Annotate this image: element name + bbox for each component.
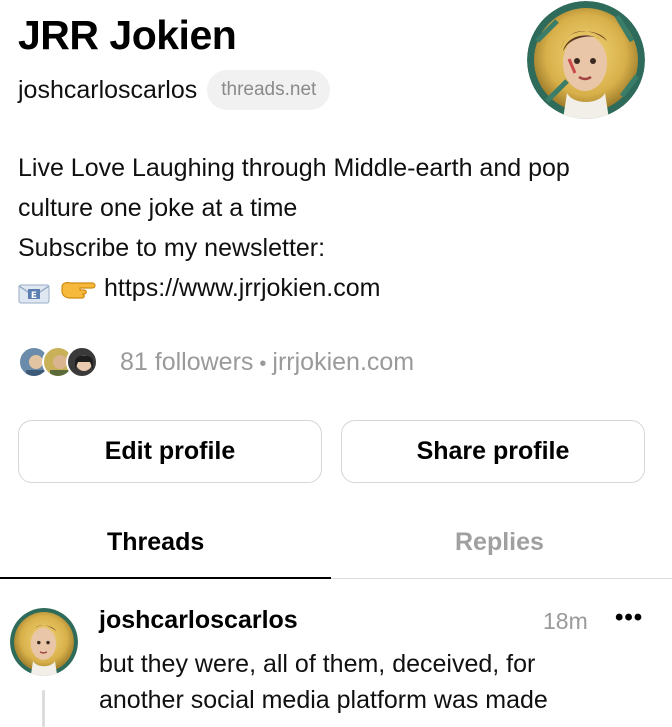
- envelope-emoji-icon: E: [18, 277, 52, 304]
- svg-text:E: E: [31, 291, 37, 301]
- followers-row[interactable]: 81 followers • jrrjokien.com: [18, 344, 414, 380]
- portrait-avatar-icon: [527, 1, 645, 119]
- bio-link-line: E https://www.jrrjokien.com: [18, 268, 658, 308]
- post-text-line: but they were, all of them, deceived, fo…: [99, 650, 536, 678]
- separator-dot: •: [259, 352, 267, 375]
- share-profile-button[interactable]: Share profile: [341, 420, 645, 483]
- tab-replies[interactable]: Replies: [455, 528, 544, 557]
- handle-row: joshcarloscarlos threads.net: [18, 70, 331, 110]
- bio-line: Subscribe to my newsletter:: [18, 234, 326, 262]
- thread-connector-line: [42, 690, 45, 727]
- post-username[interactable]: joshcarloscarlos: [99, 606, 298, 635]
- edit-profile-button[interactable]: Edit profile: [18, 420, 322, 483]
- follower-avatars: [18, 344, 106, 380]
- pointing-right-hand-emoji-icon: [58, 275, 98, 301]
- post-avatar[interactable]: [10, 608, 78, 676]
- profile-avatar[interactable]: [527, 1, 645, 119]
- domain-chip[interactable]: threads.net: [207, 70, 331, 110]
- follower-avatar: [66, 346, 98, 378]
- post-text-line: another social media platform was made: [99, 686, 548, 714]
- bio-line: Live Love Laughing through Middle-earth …: [18, 154, 570, 182]
- post-timestamp: 18m: [543, 608, 588, 634]
- bio-link[interactable]: https://www.jrrjokien.com: [104, 268, 380, 308]
- profile-name: JRR Jokien: [18, 12, 237, 58]
- bio-line: culture one joke at a time: [18, 194, 298, 222]
- more-options-icon[interactable]: •••: [615, 604, 643, 632]
- post-text: but they were, all of them, deceived, fo…: [99, 646, 659, 718]
- website-link[interactable]: jrrjokien.com: [272, 348, 414, 376]
- followers-count[interactable]: 81 followers: [120, 348, 253, 376]
- tab-threads[interactable]: Threads: [107, 528, 204, 557]
- profile-handle: joshcarloscarlos: [18, 75, 198, 104]
- active-tab-indicator: [0, 577, 331, 579]
- bio: Live Love Laughing through Middle-earth …: [18, 148, 658, 308]
- portrait-avatar-icon: [10, 608, 78, 676]
